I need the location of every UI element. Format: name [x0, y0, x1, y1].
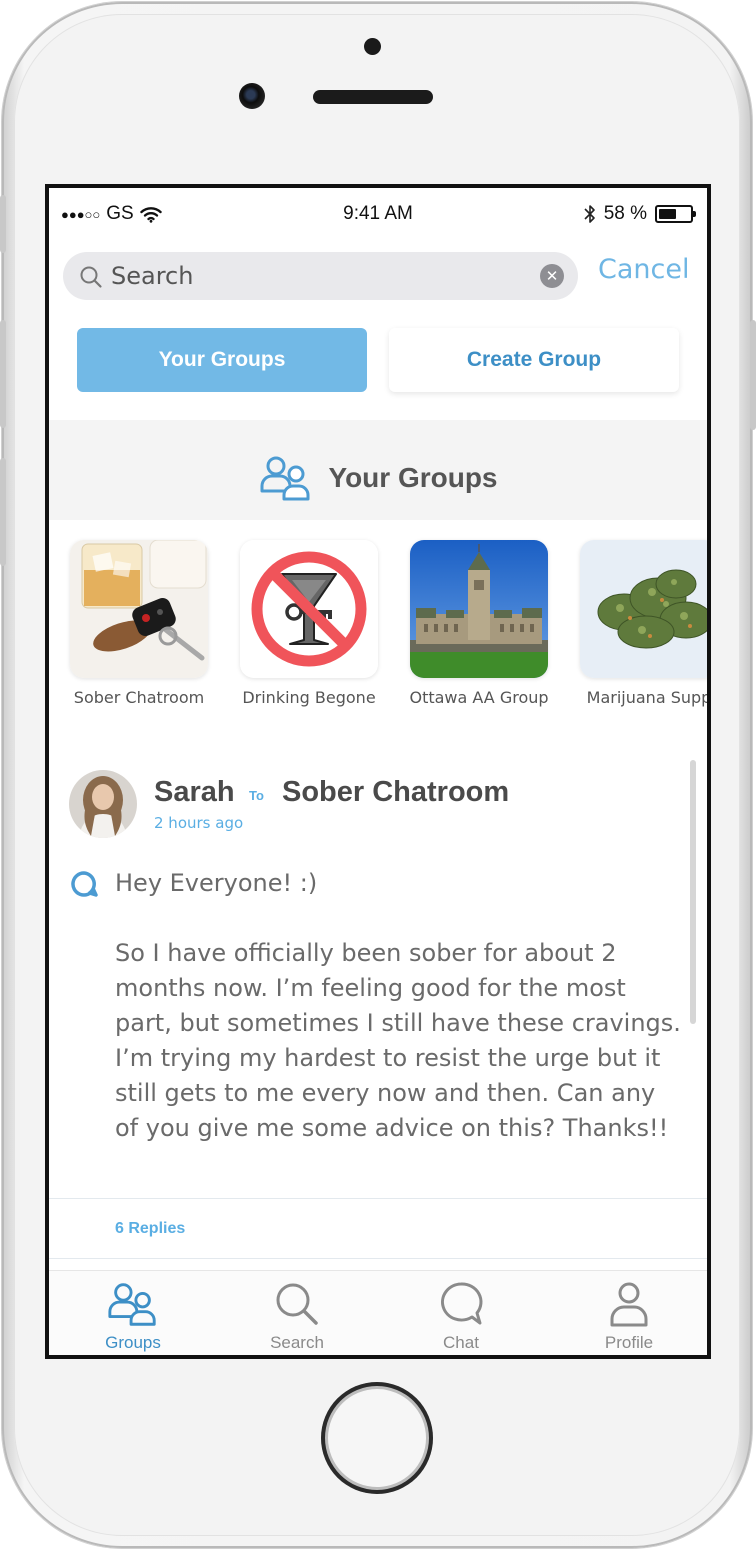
bluetooth-icon	[584, 205, 595, 223]
search-bar[interactable]: ✕	[63, 252, 578, 300]
status-bar: ●●●○○ GS 9:41 AM 58 %	[49, 188, 707, 238]
feed-post[interactable]: Sarah To Sober Chatroom 2 hours ago Hey …	[49, 750, 707, 1270]
group-card-ottawa-aa-group[interactable]: Ottawa AA Group	[394, 540, 564, 707]
battery-icon	[655, 205, 696, 223]
divider	[49, 1258, 707, 1259]
tab-groups[interactable]: Groups	[73, 1281, 193, 1353]
battery-fill	[659, 209, 676, 219]
group-thumbnail-whiskey-keys	[70, 540, 208, 678]
group-label: Marijuana Supp	[586, 688, 707, 707]
scrollbar[interactable]	[690, 760, 696, 1024]
section-header: Your Groups	[49, 448, 707, 508]
battery-percent: 58 %	[603, 203, 647, 224]
group-thumbnail-parliament	[410, 540, 548, 678]
search-icon	[276, 1283, 318, 1325]
segment-tabs: Your Groups Create Group	[49, 316, 707, 416]
front-camera	[239, 83, 265, 109]
search-icon	[80, 266, 102, 288]
groups-carousel[interactable]: Sober Chatroom Drinking Begone Ottawa AA…	[49, 520, 707, 720]
earpiece-speaker	[313, 90, 433, 104]
tab-label: Profile	[604, 1333, 654, 1352]
mute-switch	[0, 195, 6, 253]
home-button[interactable]	[321, 1382, 433, 1494]
chat-icon	[441, 1282, 483, 1325]
tab-create-group[interactable]: Create Group	[389, 328, 679, 392]
tab-label: Search	[270, 1333, 324, 1352]
group-card-drinking-begone[interactable]: Drinking Begone	[224, 540, 394, 707]
section-title: Your Groups	[328, 462, 498, 493]
replies-link[interactable]: 6 Replies	[115, 1220, 185, 1238]
search-input[interactable]	[111, 252, 531, 300]
groups-icon	[260, 456, 310, 501]
avatar[interactable]	[69, 770, 137, 838]
group-thumbnail-cannabis	[580, 540, 707, 678]
volume-down-button	[0, 458, 6, 566]
status-right: 58 %	[584, 203, 696, 225]
your-groups-section: Your Groups Sober Chatroom Drinking Bego…	[49, 420, 707, 720]
groups-icon	[108, 1283, 156, 1326]
tab-label: Groups	[105, 1333, 161, 1352]
proximity-sensor	[364, 38, 381, 55]
divider	[49, 1198, 707, 1199]
tab-search[interactable]: Search	[237, 1281, 357, 1353]
screen: ●●●○○ GS 9:41 AM 58 % Search ✕ Cancel Yo…	[45, 184, 711, 1359]
tab-your-groups[interactable]: Your Groups	[77, 328, 367, 392]
group-thumbnail-no-drinking	[240, 540, 378, 678]
group-label: Sober Chatroom	[73, 688, 205, 707]
post-author[interactable]: Sarah	[154, 776, 235, 809]
post-timestamp: 2 hours ago	[154, 814, 244, 832]
search-row: ✕ Cancel	[49, 250, 707, 302]
power-button	[750, 320, 756, 430]
tab-chat[interactable]: Chat	[401, 1281, 521, 1353]
bottom-tab-bar: Groups Search Chat Profile	[49, 1270, 707, 1355]
profile-icon	[610, 1282, 648, 1327]
tab-profile[interactable]: Profile	[569, 1281, 689, 1353]
tab-label: Chat	[443, 1333, 479, 1352]
to-label: To	[249, 788, 264, 803]
post-target-group[interactable]: Sober Chatroom	[282, 776, 509, 809]
volume-up-button	[0, 320, 6, 428]
group-label: Ottawa AA Group	[409, 688, 549, 707]
post-body: Hey Everyone! :) So I have officially be…	[115, 869, 681, 1142]
app-display: ●●●○○ GS 9:41 AM 58 % Search ✕ Cancel Yo…	[49, 188, 707, 1355]
clear-search-icon[interactable]: ✕	[540, 264, 564, 288]
group-card-sober-chatroom[interactable]: Sober Chatroom	[54, 540, 224, 707]
group-card-marijuana-support[interactable]: Marijuana Supp	[564, 540, 707, 707]
message-bubble-icon	[71, 871, 98, 897]
group-label: Drinking Begone	[242, 688, 376, 707]
cancel-button[interactable]: Cancel	[598, 254, 689, 285]
